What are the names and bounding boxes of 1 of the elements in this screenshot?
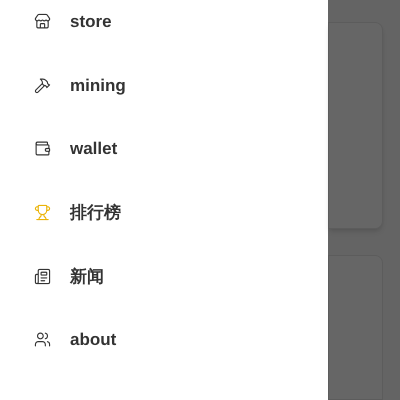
backdrop[interactable] (328, 0, 400, 400)
